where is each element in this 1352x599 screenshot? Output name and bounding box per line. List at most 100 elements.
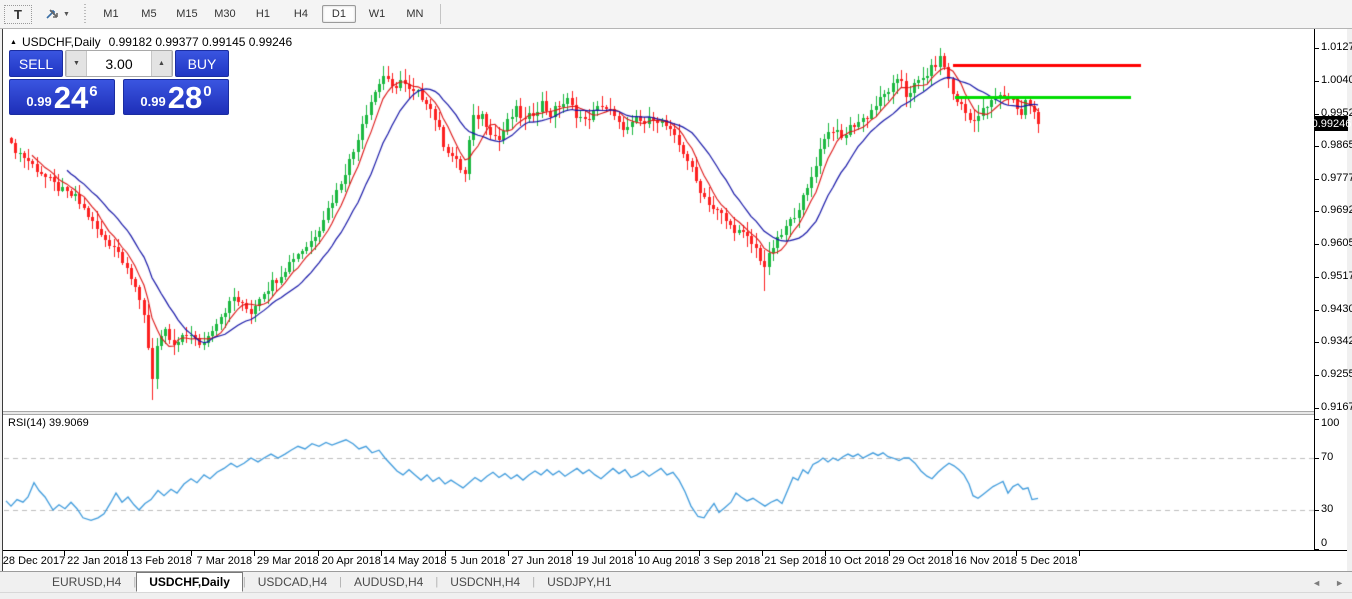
one-click-trading-panel: SELL ▼ 3.00 ▲ BUY 0.99246 0.99280 <box>9 50 229 115</box>
time-axis-tick <box>699 551 700 556</box>
rsi-indicator-label: RSI(14) 39.9069 <box>8 417 89 429</box>
time-axis-tick <box>889 551 890 556</box>
time-axis-tick <box>762 551 763 556</box>
tab-scroll-left-button[interactable]: ◄ <box>1312 578 1321 588</box>
price-axis-tick <box>1315 277 1319 278</box>
time-axis-tick <box>572 551 573 556</box>
timeframe-button-m15[interactable]: M15 <box>170 5 204 23</box>
price-axis-label: 0.93425 <box>1321 335 1352 347</box>
price-axis-tick <box>1315 179 1319 180</box>
chart-title: ▲ USDCHF,Daily 0.99182 0.99377 0.99145 0… <box>10 35 292 49</box>
timeframe-button-d1[interactable]: D1 <box>322 5 356 23</box>
time-axis-label: 10 Oct 2018 <box>829 555 889 567</box>
spinner-down-icon: ▼ <box>73 60 80 67</box>
price-axis-label: 0.92550 <box>1321 368 1352 380</box>
collapse-icon: ▲ <box>10 39 17 46</box>
price-axis-tick <box>1315 408 1319 409</box>
time-axis-label: 19 Jul 2018 <box>577 555 634 567</box>
timeframe-button-m1[interactable]: M1 <box>94 5 128 23</box>
text-tool-button[interactable]: T <box>4 5 32 24</box>
price-axis-label: 0.96050 <box>1321 237 1352 249</box>
time-axis-tick <box>64 551 65 556</box>
price-axis-tick <box>1315 146 1319 147</box>
time-axis-label: 28 Dec 2017 <box>3 555 65 567</box>
time-axis-tick <box>254 551 255 556</box>
chart-tab-usdcad-h4[interactable]: USDCAD,H4 <box>246 572 339 592</box>
price-axis-tick <box>1315 48 1319 49</box>
buy-price-display[interactable]: 0.99280 <box>123 79 229 115</box>
price-axis-tick <box>1315 211 1319 212</box>
time-axis-label: 29 Oct 2018 <box>892 555 952 567</box>
text-tool-icon: T <box>14 7 22 22</box>
chart-tab-usdjpy-h1[interactable]: USDJPY,H1 <box>535 572 623 592</box>
rsi-axis-label: 0 <box>1321 537 1327 549</box>
price-axis-tick <box>1315 375 1319 376</box>
buy-price-sup: 0 <box>203 83 211 100</box>
price-axis-tick <box>1315 244 1319 245</box>
chart-ohlc-values: 0.99182 0.99377 0.99145 0.99246 <box>109 35 293 49</box>
time-axis-label: 20 Apr 2018 <box>322 555 381 567</box>
tab-scroll-controls: ◄ ► <box>1312 572 1344 593</box>
timeframe-button-h1[interactable]: H1 <box>246 5 280 23</box>
chart-tab-audusd-h4[interactable]: AUDUSD,H4 <box>342 572 435 592</box>
time-axis-label: 5 Dec 2018 <box>1021 555 1077 567</box>
spinner-up-icon: ▲ <box>158 60 165 67</box>
tab-scroll-right-button[interactable]: ► <box>1335 578 1344 588</box>
sell-price-display[interactable]: 0.99246 <box>9 79 115 115</box>
price-axis-tick <box>1315 114 1319 115</box>
buy-price-main: 28 <box>168 83 202 113</box>
time-axis-tick <box>952 551 953 556</box>
arrows-icon <box>44 7 60 21</box>
sell-button[interactable]: SELL <box>9 50 63 77</box>
time-axis-label: 3 Sep 2018 <box>704 555 760 567</box>
timeframe-buttons: M1M5M15M30H1H4D1W1MN <box>92 5 434 23</box>
time-axis-tick <box>825 551 826 556</box>
time-axis-tick <box>508 551 509 556</box>
chart-tab-usdcnh-h4[interactable]: USDCNH,H4 <box>438 572 532 592</box>
chart-tab-eurusd-h4[interactable]: EURUSD,H4 <box>40 572 133 592</box>
time-axis-label: 27 Jun 2018 <box>511 555 572 567</box>
volume-decrease-button[interactable]: ▼ <box>66 51 87 76</box>
rsi-axis-label: 30 <box>1321 503 1333 515</box>
price-axis-label: 1.00400 <box>1321 74 1352 86</box>
chart-symbol-label: USDCHF,Daily <box>22 35 101 49</box>
sell-price-sup: 6 <box>89 83 97 100</box>
volume-input[interactable]: 3.00 <box>87 51 151 76</box>
time-axis-tick <box>635 551 636 556</box>
rsi-axis-label: 70 <box>1321 451 1333 463</box>
dropdown-caret-icon: ▼ <box>63 11 70 18</box>
buy-button[interactable]: BUY <box>175 50 229 77</box>
time-axis-tick <box>127 551 128 556</box>
arrows-tool-button[interactable]: ▼ <box>41 3 73 25</box>
price-axis-tick <box>1315 342 1319 343</box>
volume-increase-button[interactable]: ▲ <box>151 51 172 76</box>
rsi-indicator-canvas[interactable] <box>4 415 1314 550</box>
timeframe-button-w1[interactable]: W1 <box>360 5 394 23</box>
time-axis[interactable]: 28 Dec 201722 Jan 201813 Feb 20187 Mar 2… <box>3 550 1347 571</box>
rsi-axis-label: 100 <box>1321 417 1339 429</box>
price-axis[interactable]: 1.012751.004000.995250.986500.977750.969… <box>1314 29 1347 571</box>
time-axis-label: 16 Nov 2018 <box>955 555 1017 567</box>
timeframe-button-h4[interactable]: H4 <box>284 5 318 23</box>
time-axis-label: 21 Sep 2018 <box>764 555 826 567</box>
price-axis-label: 0.96925 <box>1321 204 1352 216</box>
price-axis-tick <box>1315 81 1319 82</box>
timeframe-button-mn[interactable]: MN <box>398 5 432 23</box>
time-axis-label: 14 May 2018 <box>383 555 447 567</box>
price-axis-label: 0.97775 <box>1321 172 1352 184</box>
timeframe-button-m5[interactable]: M5 <box>132 5 166 23</box>
toolbar: T ▼ M1M5M15M30H1H4D1W1MN <box>0 0 1352 29</box>
timeframe-button-m30[interactable]: M30 <box>208 5 242 23</box>
time-axis-label: 13 Feb 2018 <box>130 555 192 567</box>
pane-splitter[interactable] <box>3 411 1314 415</box>
rsi-axis-tick <box>1315 419 1319 420</box>
price-axis-label: 0.98650 <box>1321 139 1352 151</box>
chart-tab-bar: EURUSD,H4|USDCHF,Daily|USDCAD,H4|AUDUSD,… <box>0 571 1352 592</box>
chart-tab-usdchf-daily[interactable]: USDCHF,Daily <box>136 572 243 592</box>
time-axis-tick <box>191 551 192 556</box>
rsi-axis-tick <box>1315 458 1319 459</box>
time-axis-label: 10 Aug 2018 <box>638 555 700 567</box>
toolbar-grip[interactable] <box>84 4 86 24</box>
chart-window: ▲ USDCHF,Daily 0.99182 0.99377 0.99145 0… <box>2 29 1346 571</box>
time-axis-tick <box>445 551 446 556</box>
